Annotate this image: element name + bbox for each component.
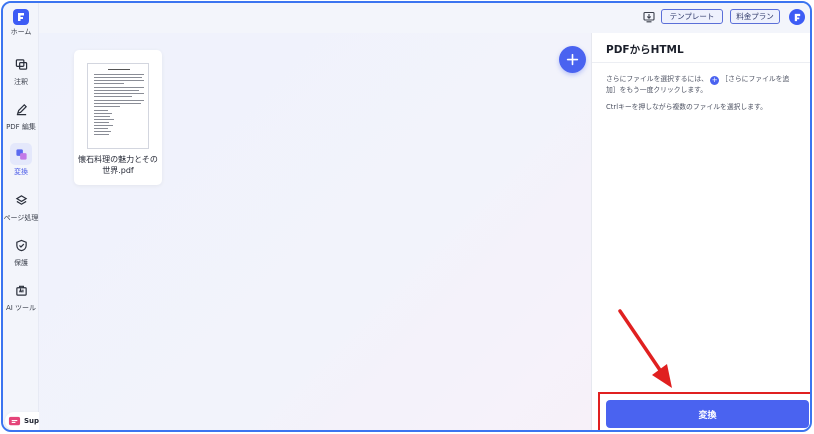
sidebar-item-label: 注釈 [14,78,28,86]
template-button[interactable]: テンプレート [661,9,723,24]
ai-toolbox-icon [10,279,32,301]
hint-multi-select: Ctrlキーを押しながら複数のファイルを選択します。 [606,103,767,111]
plus-icon: + [710,75,720,85]
file-name: 懐石料理の魅力とその世界.pdf [78,155,158,175]
top-bar: テンプレート 料金プラン [39,3,810,33]
sidebar-item-page-processing[interactable]: ページ処理 [3,189,39,223]
left-sidebar: ホーム 注釈 PDF 編集 変換 ページ処理 保護 AI ツール [3,3,39,430]
hint-add-files: さらにファイルを選択するには、 + ［さらにファイルを追加］をもう一度クリックし… [606,74,796,95]
sidebar-item-label: ホーム [10,28,32,36]
shield-icon [10,234,32,256]
annotate-icon [10,53,32,75]
sidebar-item-protect[interactable]: 保護 [3,234,39,268]
edit-pen-icon [10,98,32,120]
sidebar-item-label: PDF 編集 [6,123,36,131]
file-thumbnail [87,63,149,149]
plus-icon [566,53,579,66]
download-icon[interactable] [642,10,656,24]
app-window: ホーム 注釈 PDF 編集 変換 ページ処理 保護 AI ツール テンプレート … [1,1,812,432]
file-card[interactable]: 懐石料理の魅力とその世界.pdf [74,50,162,185]
sidebar-item-label: ページ処理 [3,214,39,222]
sidebar-item-pdf-edit[interactable]: PDF 編集 [3,98,39,132]
add-file-button[interactable] [559,46,586,73]
convert-button[interactable]: 変換 [606,400,809,428]
app-logo-icon [13,9,29,25]
support-chat-icon [8,416,21,425]
sidebar-item-ai-tools[interactable]: AI ツール [3,279,39,313]
hint-text: さらにファイルを選択するには、 [606,75,708,83]
sidebar-item-home[interactable]: ホーム [3,9,39,37]
sidebar-item-convert[interactable]: 変換 [3,143,39,177]
pricing-button[interactable]: 料金プラン [730,9,780,24]
sidebar-item-label: 変換 [14,168,28,176]
convert-icon [10,143,32,165]
sidebar-item-label: AI ツール [5,304,37,312]
layers-icon [10,189,32,211]
file-area: 懐石料理の魅力とその世界.pdf [39,33,591,430]
account-logo-icon[interactable] [789,9,805,25]
settings-panel: PDFからHTML さらにファイルを選択するには、 + ［さらにファイルを追加］… [591,33,810,430]
sidebar-item-annotate[interactable]: 注釈 [3,53,39,87]
divider [592,62,810,63]
sidebar-item-label: 保護 [14,259,28,267]
panel-title: PDFからHTML [606,44,684,56]
